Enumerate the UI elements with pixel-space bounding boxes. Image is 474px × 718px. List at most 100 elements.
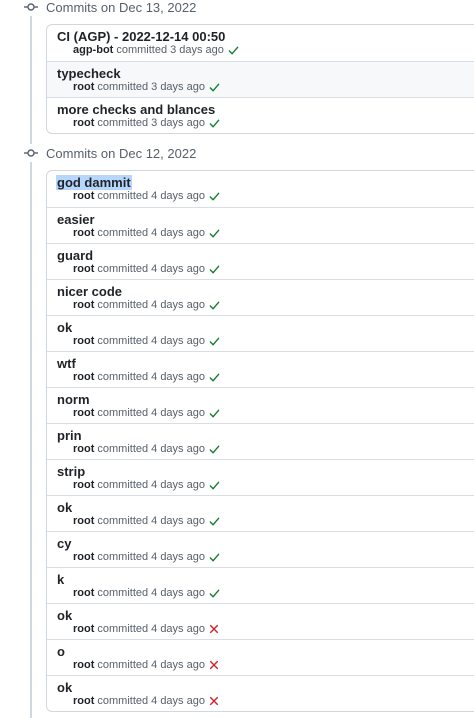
- commit-verb: committed: [97, 227, 149, 239]
- commit-meta: root committed 4 days ago: [73, 479, 220, 491]
- commit-message-link[interactable]: more checks and blances: [57, 102, 215, 117]
- commit-message-link[interactable]: prin: [57, 428, 82, 443]
- check-icon[interactable]: [209, 516, 220, 527]
- commit-time: 3 days ago: [151, 117, 205, 129]
- commit-row[interactable]: o root committed 4 days ago: [47, 639, 474, 675]
- commit-time: 4 days ago: [151, 263, 205, 275]
- commit-list: CI (AGP) - 2022-12-14 00:50 agp-bot commit…: [46, 24, 474, 134]
- commit-author-link[interactable]: root: [73, 190, 94, 202]
- check-icon[interactable]: [209, 118, 220, 129]
- check-icon[interactable]: [209, 82, 220, 93]
- commit-message-link[interactable]: ok: [57, 608, 72, 623]
- commit-author-link[interactable]: root: [73, 551, 94, 563]
- commit-message-link[interactable]: ok: [57, 500, 72, 515]
- commit-meta: root committed 4 days ago: [73, 335, 220, 347]
- commit-row[interactable]: nicer code root committed 4 days ago: [47, 279, 474, 315]
- commit-row[interactable]: guard root committed 4 days ago: [47, 243, 474, 279]
- commit-message-link[interactable]: CI (AGP) - 2022-12-14 00:50: [57, 29, 225, 44]
- commit-meta: root committed 4 days ago: [73, 371, 220, 383]
- commit-verb: committed: [97, 299, 149, 311]
- commit-meta: root committed 4 days ago: [73, 659, 219, 671]
- commit-verb: committed: [97, 515, 149, 527]
- x-icon[interactable]: [209, 696, 219, 706]
- commit-row[interactable]: god dammit root committed 4 days ago: [47, 171, 474, 207]
- commit-author-link[interactable]: root: [73, 335, 94, 347]
- commit-time: 4 days ago: [151, 443, 205, 455]
- x-icon[interactable]: [209, 624, 219, 634]
- commit-row[interactable]: prin root committed 4 days ago: [47, 423, 474, 459]
- commit-meta: agp-bot committed 3 days ago: [73, 44, 239, 56]
- commit-message-link[interactable]: typecheck: [57, 66, 121, 81]
- commit-message-link[interactable]: cy: [57, 536, 71, 551]
- commit-message-link[interactable]: nicer code: [57, 284, 122, 299]
- check-icon[interactable]: [209, 444, 220, 455]
- commit-row[interactable]: norm root committed 4 days ago: [47, 387, 474, 423]
- commit-message-link[interactable]: ok: [57, 320, 72, 335]
- commit-message-link[interactable]: ok: [57, 680, 72, 695]
- check-icon[interactable]: [209, 191, 220, 202]
- commit-verb: committed: [97, 479, 149, 491]
- commit-author-link[interactable]: root: [73, 371, 94, 383]
- commit-message-link[interactable]: strip: [57, 464, 85, 479]
- check-icon[interactable]: [209, 552, 220, 563]
- commit-author-link[interactable]: root: [73, 515, 94, 527]
- commit-verb: committed: [97, 659, 149, 671]
- commit-meta: root committed 4 days ago: [73, 263, 220, 275]
- commit-verb: committed: [97, 623, 149, 635]
- commit-time: 4 days ago: [151, 515, 205, 527]
- x-icon[interactable]: [209, 660, 219, 670]
- commit-row[interactable]: typecheck root committed 3 days ago: [47, 61, 474, 97]
- check-icon[interactable]: [228, 45, 239, 56]
- commit-author-link[interactable]: root: [73, 479, 94, 491]
- commit-list: god dammit root committed 4 days ago easier r…: [46, 170, 474, 712]
- check-icon[interactable]: [209, 408, 220, 419]
- commit-row[interactable]: ok root committed 4 days ago: [47, 495, 474, 531]
- commit-author-link[interactable]: root: [73, 81, 94, 93]
- commit-row[interactable]: wtf root committed 4 days ago: [47, 351, 474, 387]
- commit-message-link[interactable]: o: [57, 644, 65, 659]
- commit-row[interactable]: cy root committed 4 days ago: [47, 531, 474, 567]
- commit-verb: committed: [97, 263, 149, 275]
- commit-author-link[interactable]: root: [73, 659, 94, 671]
- commit-verb: committed: [97, 443, 149, 455]
- commit-time: 3 days ago: [151, 81, 205, 93]
- check-icon[interactable]: [209, 336, 220, 347]
- commit-author-link[interactable]: root: [73, 227, 94, 239]
- commit-message-link[interactable]: norm: [57, 392, 90, 407]
- commit-row[interactable]: strip root committed 4 days ago: [47, 459, 474, 495]
- commit-message-link[interactable]: guard: [57, 248, 93, 263]
- commit-author-link[interactable]: root: [73, 587, 94, 599]
- commit-message-link[interactable]: easier: [57, 212, 95, 227]
- check-icon[interactable]: [209, 264, 220, 275]
- commit-row[interactable]: CI (AGP) - 2022-12-14 00:50 agp-bot commit…: [47, 25, 474, 61]
- timeline-line: [30, 0, 32, 718]
- commit-row[interactable]: easier root committed 4 days ago: [47, 207, 474, 243]
- commit-verb: committed: [97, 551, 149, 563]
- commit-author-link[interactable]: root: [73, 263, 94, 275]
- commit-row[interactable]: k root committed 4 days ago: [47, 567, 474, 603]
- check-icon[interactable]: [209, 300, 220, 311]
- commit-time: 4 days ago: [151, 551, 205, 563]
- commit-message-link[interactable]: k: [57, 572, 64, 587]
- commit-message-link[interactable]: god dammit: [56, 175, 132, 190]
- commit-message-link[interactable]: wtf: [57, 356, 76, 371]
- commit-author-link[interactable]: root: [73, 299, 94, 311]
- commit-row[interactable]: ok root committed 4 days ago: [47, 675, 474, 711]
- commit-time: 3 days ago: [170, 44, 224, 56]
- commit-time: 4 days ago: [151, 227, 205, 239]
- commit-row[interactable]: ok root committed 4 days ago: [47, 315, 474, 351]
- check-icon[interactable]: [209, 372, 220, 383]
- commit-author-link[interactable]: root: [73, 117, 94, 129]
- commit-author-link[interactable]: root: [73, 407, 94, 419]
- check-icon[interactable]: [209, 588, 220, 599]
- commit-author-link[interactable]: root: [73, 695, 94, 707]
- check-icon[interactable]: [209, 480, 220, 491]
- commit-row[interactable]: more checks and blances root committed 3 da…: [47, 97, 474, 133]
- commit-time: 4 days ago: [151, 190, 205, 202]
- commit-verb: committed: [97, 190, 149, 202]
- commit-author-link[interactable]: root: [73, 443, 94, 455]
- commit-row[interactable]: ok root committed 4 days ago: [47, 603, 474, 639]
- commit-author-link[interactable]: root: [73, 623, 94, 635]
- commit-author-link[interactable]: agp-bot: [73, 44, 113, 56]
- check-icon[interactable]: [209, 228, 220, 239]
